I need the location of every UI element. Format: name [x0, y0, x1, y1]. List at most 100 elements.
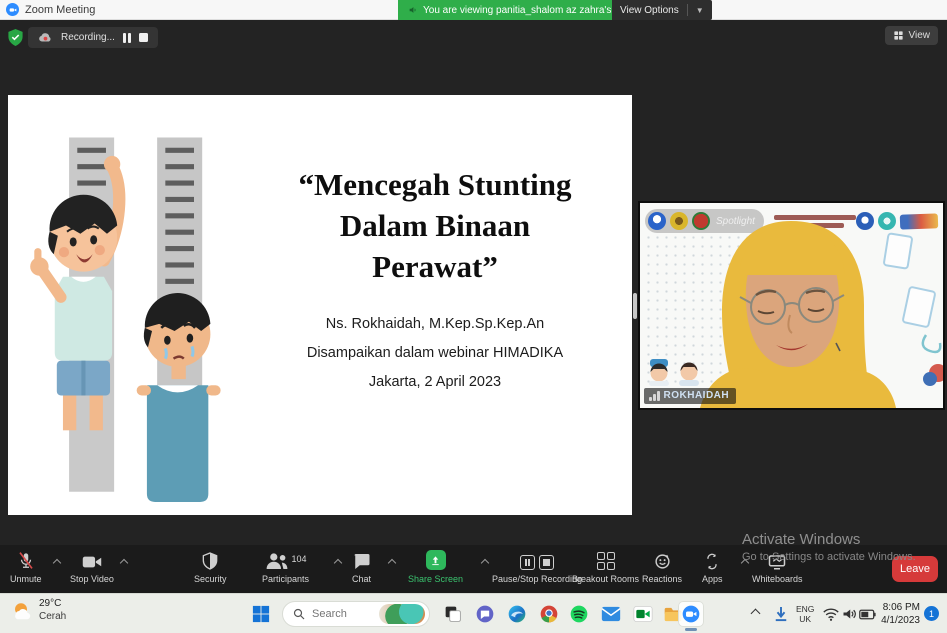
share-chevron-icon[interactable]: [482, 558, 489, 565]
slide-title-line3: Perawat”: [246, 247, 624, 288]
reactions-smiley-icon: [654, 550, 671, 570]
search-icon: [293, 608, 305, 620]
boy-avatar-icon: [677, 358, 701, 386]
clock-date: 4/1/2023: [876, 615, 920, 628]
meeting-stage: Recording... View: [0, 20, 947, 545]
participants-count: 104: [292, 554, 307, 564]
participant-name-tag: ROKHAIDAH: [644, 388, 736, 404]
apps-icon: [704, 550, 720, 570]
shared-screen-slide: “Mencegah Stunting Dalam Binaan Perawat”…: [8, 95, 632, 515]
slide-title-line2: Dalam Binaan: [246, 206, 624, 247]
view-layout-button[interactable]: View: [885, 26, 939, 45]
apps-button[interactable]: Apps: [702, 550, 723, 584]
google-meet-button[interactable]: [630, 601, 656, 627]
zoom-logo-icon: [6, 3, 19, 16]
pause-stop-recording-label: Pause/Stop Recording: [492, 574, 582, 584]
pause-stop-recording-button[interactable]: Pause/Stop Recording: [492, 550, 582, 584]
language-line1: ENG: [796, 604, 814, 614]
video-options-chevron-icon[interactable]: [121, 558, 128, 565]
participants-icon: 104: [265, 550, 307, 570]
slide-text-block: “Mencegah Stunting Dalam Binaan Perawat”…: [246, 165, 624, 397]
apps-chevron-icon[interactable]: [742, 558, 749, 565]
participants-chevron-icon[interactable]: [335, 558, 342, 565]
whiteboards-button[interactable]: Whiteboards: [752, 550, 803, 584]
recording-controls-icon: [520, 550, 554, 570]
weather-desc: Cerah: [39, 611, 66, 624]
taskbar-clock[interactable]: 8:06 PM 4/1/2023: [876, 602, 920, 627]
security-label: Security: [194, 574, 227, 584]
speaker-icon: [408, 5, 418, 15]
divider: [687, 4, 688, 16]
chat-button[interactable]: Chat: [352, 550, 371, 584]
slide-author: Ns. Rokhaidah, M.Kep.Sp.Kep.An: [246, 310, 624, 339]
view-button-label: View: [909, 30, 931, 41]
search-highlight-image[interactable]: [379, 604, 425, 624]
participants-label: Participants: [262, 574, 309, 584]
chrome-browser-button[interactable]: [536, 601, 562, 627]
security-button[interactable]: Security: [194, 550, 227, 584]
weather-widget[interactable]: 29°C Cerah: [10, 598, 66, 623]
tray-overflow-chevron-icon[interactable]: [752, 610, 761, 619]
unmute-label: Unmute: [10, 574, 42, 584]
weather-temp: 29°C: [39, 598, 66, 611]
pause-recording-icon[interactable]: [123, 33, 131, 43]
language-indicator[interactable]: ENG UK: [796, 604, 814, 624]
reactions-label: Reactions: [642, 574, 682, 584]
taskbar-search[interactable]: [282, 601, 430, 627]
search-input[interactable]: [312, 608, 372, 620]
clock-time: 8:06 PM: [876, 602, 920, 615]
chat-bubble-icon: [353, 550, 371, 570]
recording-label: Recording...: [61, 32, 115, 43]
spotify-button[interactable]: [566, 601, 592, 627]
chevron-down-icon[interactable]: ▼: [696, 6, 704, 15]
connection-signal-icon: [649, 391, 660, 401]
chat-chevron-icon[interactable]: [389, 558, 396, 565]
participants-button[interactable]: 104 Participants: [262, 550, 309, 584]
slide-subtitle: Ns. Rokhaidah, M.Kep.Sp.Kep.An Disampaik…: [246, 310, 624, 397]
task-view-button[interactable]: [440, 601, 466, 627]
weather-sun-icon: [10, 600, 32, 622]
mic-options-chevron-icon[interactable]: [54, 558, 61, 565]
cloud-recording-icon: [38, 32, 53, 43]
windows-taskbar: 29°C Cerah: [0, 593, 947, 633]
slide-title-line1: “Mencegah Stunting: [246, 165, 624, 206]
window-title: Zoom Meeting: [25, 4, 95, 16]
stop-video-label: Stop Video: [70, 574, 114, 584]
whiteboard-icon: [768, 550, 786, 570]
stop-recording-icon[interactable]: [139, 33, 148, 42]
mail-app-button[interactable]: [598, 601, 624, 627]
share-screen-icon: [426, 550, 446, 570]
stop-video-button[interactable]: Stop Video: [70, 550, 114, 584]
viewing-banner-text: You are viewing panitia_shalom az zahra'…: [423, 5, 644, 16]
update-download-icon[interactable]: [768, 601, 794, 627]
view-options-button[interactable]: View Options ▼: [612, 0, 712, 20]
encryption-shield-icon: [7, 28, 24, 47]
breakout-rooms-button[interactable]: Breakout Rooms: [572, 550, 639, 584]
reactions-button[interactable]: Reactions: [642, 550, 682, 584]
slide-event: Disampaikan dalam webinar HIMADIKA: [246, 339, 624, 368]
leave-button[interactable]: Leave: [892, 556, 938, 582]
unmute-button[interactable]: Unmute: [10, 550, 42, 584]
chat-app-button[interactable]: [472, 601, 498, 627]
panel-resize-handle[interactable]: [633, 293, 637, 319]
edge-browser-button[interactable]: [504, 601, 530, 627]
zoom-app-button[interactable]: [678, 601, 704, 627]
camera-icon: [82, 550, 102, 570]
language-line2: UK: [796, 614, 814, 624]
microphone-muted-icon: [17, 550, 35, 570]
children-height-chart-illustration: [22, 117, 237, 502]
chat-label: Chat: [352, 574, 371, 584]
view-options-label: View Options: [620, 5, 679, 16]
slide-title: “Mencegah Stunting Dalam Binaan Perawat”: [246, 165, 624, 288]
notification-count-badge[interactable]: 1: [924, 606, 939, 621]
breakout-rooms-label: Breakout Rooms: [572, 574, 639, 584]
cartoon-nurse-avatars: [646, 358, 701, 386]
share-screen-button[interactable]: Share Screen: [408, 550, 463, 584]
speaker-video-tile[interactable]: Spotlight: [640, 203, 943, 408]
breakout-rooms-icon: [597, 550, 615, 570]
apps-label: Apps: [702, 574, 723, 584]
start-button[interactable]: [248, 601, 274, 627]
shield-icon: [202, 550, 218, 570]
participant-name: ROKHAIDAH: [664, 391, 730, 401]
nurse-avatar-icon: [646, 358, 672, 386]
